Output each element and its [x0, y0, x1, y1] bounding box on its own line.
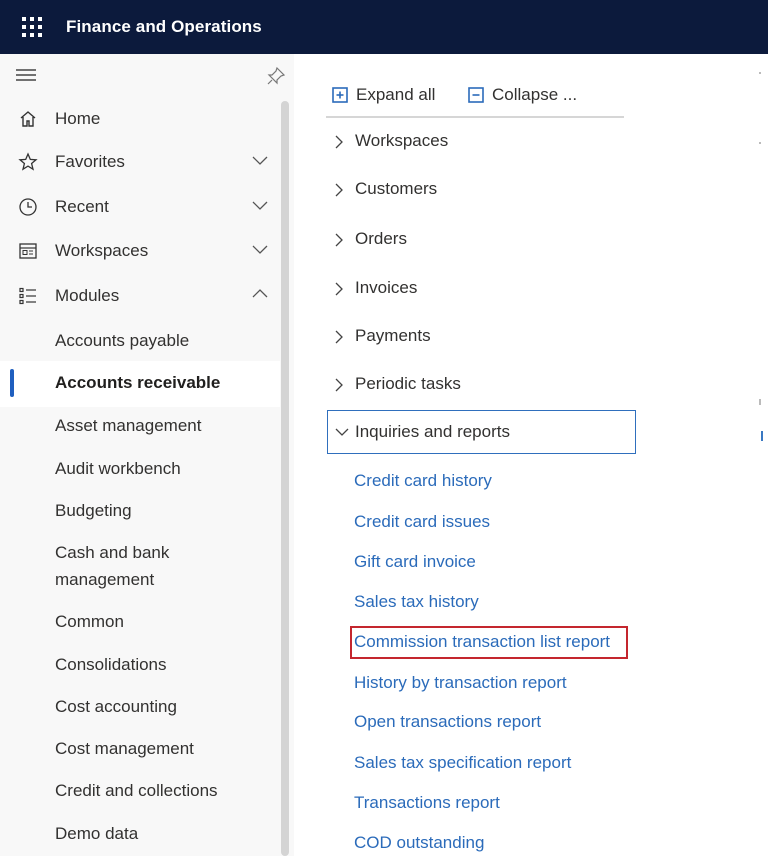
link-credit-card-issues[interactable]: Credit card issues — [354, 512, 490, 532]
section-invoices[interactable]: Invoices — [334, 271, 634, 307]
link-open-transactions-report[interactable]: Open transactions report — [354, 712, 541, 732]
section-periodic-tasks[interactable]: Periodic tasks — [334, 367, 634, 403]
pin-icon[interactable] — [266, 66, 286, 91]
link-gift-card-invoice[interactable]: Gift card invoice — [354, 552, 476, 572]
clock-icon — [19, 198, 37, 216]
link-sales-tax-history[interactable]: Sales tax history — [354, 592, 479, 612]
star-icon — [18, 152, 38, 171]
nav-item-home[interactable]: Home — [0, 99, 280, 139]
app-launcher-icon[interactable] — [6, 0, 58, 54]
expand-all-label: Expand all — [356, 85, 436, 104]
module-item-budgeting[interactable]: Budgeting — [0, 497, 280, 537]
chevron-right-icon — [335, 183, 343, 197]
module-label: Consolidations — [55, 655, 167, 674]
nav-scrollbar[interactable] — [281, 101, 289, 856]
link-history-by-transaction-report[interactable]: History by transaction report — [354, 673, 567, 693]
module-item-cost-accounting[interactable]: Cost accounting — [0, 693, 280, 733]
nav-item-recent[interactable]: Recent — [0, 187, 280, 227]
chevron-down-icon[interactable] — [251, 243, 269, 255]
section-orders[interactable]: Orders — [334, 222, 634, 258]
module-label: Demo data — [55, 824, 139, 843]
chevron-down-icon[interactable] — [251, 154, 269, 166]
app-title[interactable]: Finance and Operations — [66, 17, 262, 37]
module-menu-panel: Expand all Collapse ... Workspaces Custo… — [294, 54, 768, 856]
chevron-down-icon[interactable] — [251, 199, 269, 211]
module-item-cash-and-bank-management[interactable]: Cash and bank management — [0, 539, 280, 595]
module-item-accounts-receivable[interactable]: Accounts receivable — [0, 361, 280, 407]
module-item-asset-management[interactable]: Asset management — [0, 412, 280, 452]
section-label: Customers — [355, 179, 438, 198]
module-label: Asset management — [55, 416, 202, 435]
module-label: Credit and collections — [55, 781, 218, 800]
workspace-icon — [19, 243, 37, 259]
chevron-right-icon — [335, 378, 343, 392]
nav-item-favorites[interactable]: Favorites — [0, 142, 280, 182]
module-label: Budgeting — [55, 501, 132, 520]
section-label: Periodic tasks — [355, 374, 461, 393]
module-item-consolidations[interactable]: Consolidations — [0, 651, 280, 691]
top-bar: Finance and Operations — [0, 0, 768, 54]
link-commission-transaction-list-report[interactable]: Commission transaction list report — [354, 632, 610, 652]
module-item-demo-data[interactable]: Demo data — [0, 820, 280, 860]
chevron-right-icon — [335, 282, 343, 296]
expand-all-button[interactable]: Expand all — [332, 80, 435, 110]
nav-item-label: Recent — [55, 197, 109, 216]
module-label: Accounts receivable — [55, 373, 221, 392]
section-label: Orders — [355, 229, 407, 248]
nav-item-label: Workspaces — [55, 241, 149, 260]
navigation-pane: Home Favorites Recent Workspaces Modules… — [0, 54, 294, 856]
chevron-up-icon[interactable] — [251, 288, 269, 300]
section-customers[interactable]: Customers — [334, 172, 634, 208]
section-label: Workspaces — [355, 131, 449, 150]
nav-item-label: Modules — [55, 286, 120, 305]
nav-item-label: Favorites — [55, 152, 125, 171]
expand-icon — [332, 87, 348, 103]
section-workspaces[interactable]: Workspaces — [334, 124, 634, 160]
collapse-all-label: Collapse ... — [492, 85, 578, 104]
selection-indicator — [10, 369, 14, 397]
module-label: Accounts payable — [55, 331, 190, 350]
section-label: Invoices — [355, 278, 418, 297]
module-item-audit-workbench[interactable]: Audit workbench — [0, 455, 280, 495]
menu-toolbar: Expand all Collapse ... — [326, 76, 624, 118]
module-label: Cash and bank — [55, 543, 170, 562]
module-item-credit-and-collections[interactable]: Credit and collections — [0, 777, 280, 817]
module-label: Cost management — [55, 739, 194, 758]
hamburger-menu-icon[interactable] — [16, 68, 36, 87]
chevron-right-icon — [335, 330, 343, 344]
nav-item-label: Home — [55, 109, 101, 128]
collapse-icon — [468, 87, 484, 103]
module-item-cost-management[interactable]: Cost management — [0, 735, 280, 775]
section-inquiries-and-reports[interactable]: Inquiries and reports — [327, 410, 636, 454]
nav-item-modules[interactable]: Modules — [0, 276, 280, 316]
chevron-right-icon — [335, 135, 343, 149]
section-label: Payments — [355, 326, 431, 345]
chevron-down-icon — [335, 428, 349, 436]
collapse-all-button[interactable]: Collapse ... — [468, 80, 577, 110]
nav-item-workspaces[interactable]: Workspaces — [0, 231, 280, 271]
module-label: Cost accounting — [55, 697, 177, 716]
link-sales-tax-specification-report[interactable]: Sales tax specification report — [354, 753, 571, 773]
section-payments[interactable]: Payments — [334, 319, 634, 355]
list-icon — [19, 287, 36, 305]
chevron-right-icon — [335, 233, 343, 247]
module-label: management — [55, 570, 155, 589]
home-icon — [20, 111, 36, 127]
link-cod-outstanding[interactable]: COD outstanding — [354, 833, 484, 853]
module-item-common[interactable]: Common — [0, 608, 280, 648]
module-label: Common — [55, 612, 124, 631]
section-label: Inquiries and reports — [355, 422, 510, 441]
link-credit-card-history[interactable]: Credit card history — [354, 471, 492, 491]
link-transactions-report[interactable]: Transactions report — [354, 793, 500, 813]
background-edge-marks — [759, 72, 763, 441]
module-label: Audit workbench — [55, 459, 181, 478]
